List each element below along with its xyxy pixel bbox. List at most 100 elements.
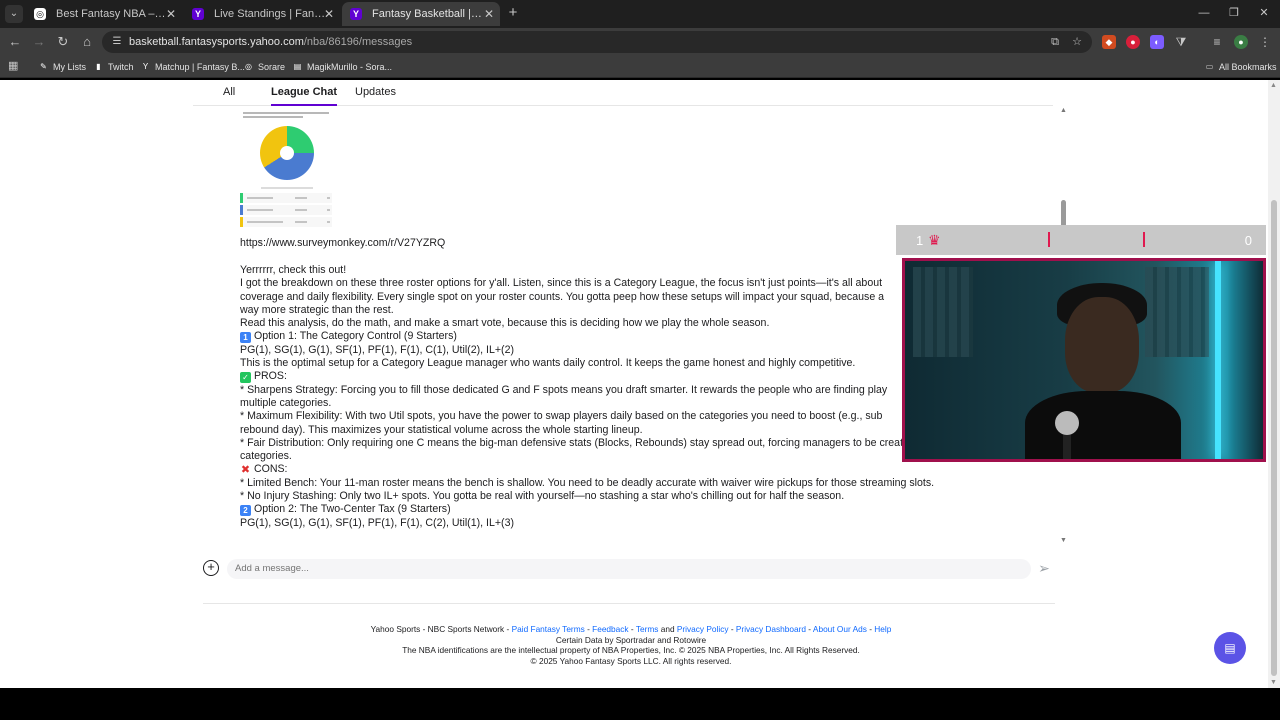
- cons-heading: CONS:: [253, 463, 288, 476]
- more-menu-icon[interactable]: ⋮: [1258, 35, 1272, 49]
- bookmark-matchup[interactable]: Y Matchup | Fantasy B...: [140, 56, 245, 78]
- bookmarks-bar: ▦ ✎ My Lists ▮ Twitch Y Matchup | Fantasy B…: [0, 56, 1280, 78]
- extension-icon[interactable]: ●: [1126, 35, 1140, 49]
- bookmark-twitch[interactable]: ▮ Twitch: [93, 56, 134, 78]
- wall-posters: [1145, 267, 1209, 357]
- scroll-up-icon[interactable]: ▲: [1270, 82, 1277, 89]
- install-app-icon[interactable]: ⧉: [1048, 35, 1062, 49]
- poll-row: [240, 217, 332, 227]
- tab-strip: ⌄ ◎ Best Fantasy NBA – Sorare NBA ✕ Y Li…: [0, 0, 1280, 28]
- crown-icon: ♛: [928, 232, 941, 248]
- poll-row: [240, 193, 332, 203]
- poll-results-image[interactable]: [239, 109, 335, 249]
- bookmark-label: My Lists: [53, 62, 87, 72]
- message-input[interactable]: [227, 559, 1031, 579]
- page-scrollbar[interactable]: ▲ ▼: [1268, 80, 1280, 688]
- tab-fantasy-basketball[interactable]: Y Fantasy Basketball | Yahoo! Sports ✕: [342, 2, 500, 26]
- divider: [203, 603, 1055, 604]
- right-score: 0: [1244, 233, 1252, 248]
- bookmark-star-icon[interactable]: ☆: [1070, 35, 1084, 49]
- media-controls-icon[interactable]: ≡: [1210, 35, 1224, 49]
- neon-light: [1215, 261, 1221, 459]
- link-paid-fantasy-terms[interactable]: Paid Fantasy Terms: [512, 624, 585, 634]
- minimize-icon[interactable]: —: [1194, 4, 1214, 22]
- close-icon[interactable]: ✕: [324, 2, 334, 26]
- check-mark-icon: ✓: [240, 372, 251, 384]
- yahoo-icon: Y: [350, 8, 362, 20]
- link-about-our-ads[interactable]: About Our Ads: [813, 624, 867, 634]
- window-close-icon[interactable]: ✕: [1254, 4, 1274, 22]
- donut-hole: [280, 146, 294, 160]
- home-icon[interactable]: ⌂: [78, 33, 96, 51]
- tab-label: Best Fantasy NBA – Sorare NBA: [56, 8, 168, 20]
- microphone-icon: [1055, 411, 1079, 435]
- all-bookmarks-label: All Bookmarks: [1219, 62, 1277, 72]
- link-privacy-dashboard[interactable]: Privacy Dashboard: [736, 624, 806, 634]
- tab-updates[interactable]: Updates: [355, 86, 396, 98]
- scroll-down-icon[interactable]: ▼: [1060, 537, 1067, 544]
- sorare-icon: ◎: [245, 62, 252, 71]
- forward-arrow-icon[interactable]: →: [30, 33, 48, 51]
- wall-posters: [913, 267, 973, 357]
- footer-nba-notice: The NBA identifications are the intellec…: [402, 645, 860, 656]
- webcam-overlay: [902, 258, 1266, 462]
- message-line: PG(1), SG(1), G(1), SF(1), PF(1), F(1), …: [240, 516, 514, 529]
- message-line: * No Injury Stashing: Only two IL+ spots…: [240, 490, 845, 503]
- all-bookmarks[interactable]: ▭ All Bookmarks: [1204, 56, 1277, 78]
- bookmark-my-lists[interactable]: ✎ My Lists: [38, 56, 86, 78]
- back-arrow-icon[interactable]: ←: [6, 33, 24, 51]
- add-attachment-icon[interactable]: +: [203, 560, 219, 576]
- score-divider: [1143, 232, 1145, 247]
- chat-tabs: All League Chat Updates: [193, 80, 1053, 106]
- footer-data-credit: Certain Data by Sportradar and Rotowire: [555, 634, 707, 645]
- bookmark-sorare[interactable]: ◎ Sorare: [243, 56, 285, 78]
- extension-icon[interactable]: ◆: [1102, 35, 1116, 49]
- apps-grid-icon[interactable]: ▦: [8, 61, 19, 72]
- tab-label: Fantasy Basketball | Yahoo! Sports: [372, 8, 484, 20]
- extensions-puzzle-icon[interactable]: ⧩: [1174, 35, 1188, 49]
- bookmark-label: Matchup | Fantasy B...: [155, 62, 245, 72]
- option-heading: Option 2: The Two-Center Tax (9 Starters…: [253, 503, 451, 516]
- bookmark-label: Twitch: [108, 62, 134, 72]
- profile-avatar[interactable]: ●: [1234, 35, 1248, 49]
- url-path: /nba/86196/messages: [303, 36, 413, 48]
- page-footer: Yahoo Sports - NBC Sports Network - Paid…: [193, 624, 1069, 667]
- close-icon[interactable]: ✕: [484, 2, 494, 26]
- scroll-up-icon[interactable]: ▲: [1060, 107, 1067, 114]
- message-line: * Limited Bench: Your 11-man roster mean…: [240, 476, 935, 489]
- site-info-icon[interactable]: ☰: [110, 35, 124, 49]
- tab-league-chat[interactable]: League Chat: [271, 86, 338, 106]
- tab-all[interactable]: All: [223, 86, 235, 98]
- cross-mark-icon: ✖: [240, 464, 251, 477]
- tab-search-icon[interactable]: ⌄: [5, 5, 23, 23]
- reload-icon[interactable]: ↻: [54, 33, 72, 51]
- link-terms[interactable]: Terms: [636, 624, 659, 634]
- link-privacy-policy[interactable]: Privacy Policy: [677, 624, 729, 634]
- scroll-down-icon[interactable]: ▼: [1270, 679, 1277, 686]
- option-heading: Option 1: The Category Control (9 Starte…: [253, 330, 457, 343]
- tab-sorare[interactable]: ◎ Best Fantasy NBA – Sorare NBA ✕: [26, 2, 182, 26]
- restore-icon[interactable]: ❐: [1224, 4, 1244, 22]
- chat-scroll-thumb[interactable]: [1061, 200, 1066, 228]
- mic-arm: [1063, 433, 1071, 459]
- footer-network: Yahoo Sports - NBC Sports Network -: [370, 624, 512, 634]
- yahoo-icon: Y: [142, 62, 149, 71]
- tab-live-standings[interactable]: Y Live Standings | Fantasy Basketball ✕: [184, 2, 340, 26]
- chat-help-button[interactable]: ▤: [1214, 632, 1246, 664]
- address-bar[interactable]: ☰ basketball.fantasysports.yahoo.com/nba…: [102, 31, 1092, 53]
- link-feedback[interactable]: Feedback: [592, 624, 628, 634]
- chat-bubble-icon: ▤: [1224, 641, 1236, 655]
- poll-legend: [261, 187, 313, 189]
- link-help[interactable]: Help: [874, 624, 891, 634]
- page-scroll-thumb[interactable]: [1271, 200, 1277, 676]
- left-score: 1: [916, 233, 924, 248]
- new-tab-icon[interactable]: +: [505, 4, 521, 22]
- my-lists-icon: ✎: [40, 62, 47, 71]
- bookmark-magikmurillo[interactable]: ▤ MagikMurillo - Sora...: [292, 56, 392, 78]
- folder-icon: ▭: [1205, 62, 1214, 71]
- extension-icon[interactable]: ◐: [1150, 35, 1164, 49]
- poll-row: [240, 205, 332, 215]
- poll-question: [243, 112, 329, 120]
- close-icon[interactable]: ✕: [166, 2, 176, 26]
- send-icon[interactable]: ➢: [1035, 558, 1053, 578]
